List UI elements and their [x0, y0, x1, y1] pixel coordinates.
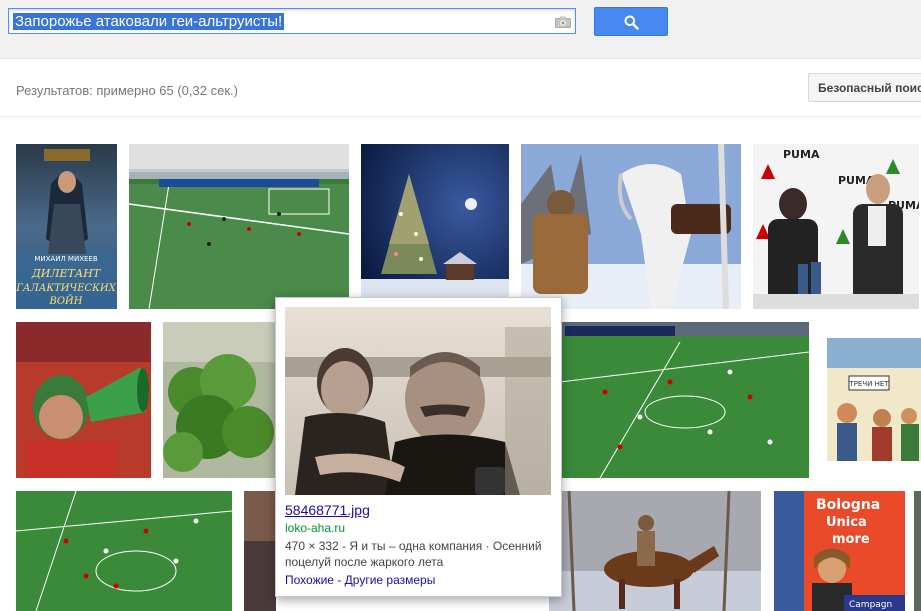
poster-text: more — [832, 532, 870, 547]
search-input[interactable]: Запорожье атаковали геи-альтруисты! — [8, 8, 576, 34]
hover-card-description: 470 × 332 - Я и ты – одна компания · Осе… — [285, 539, 542, 569]
image-thumbnail-bologna-poster[interactable]: Bologna Unica more Campagn — [774, 491, 905, 611]
poster-text: Unica — [826, 515, 867, 530]
link-separator: - — [333, 573, 345, 587]
search-query-text: Запорожье атаковали геи-альтруисты! — [13, 13, 285, 30]
similar-images-link[interactable]: Похожие — [285, 573, 334, 587]
book-author-text: МИХАИЛ МИХЕЕВ — [34, 255, 98, 263]
image-thumbnail-man-with-horse[interactable] — [521, 144, 741, 309]
image-thumbnail-fan-with-horn[interactable] — [16, 322, 151, 478]
image-thumbnail-football-match-aerial[interactable] — [16, 491, 232, 611]
book-title-text: ГАЛАКТИЧЕСКИХ — [16, 283, 117, 294]
hover-card-links: Похожие - Другие размеры — [285, 573, 435, 587]
hover-card-filename-link[interactable]: 58468771.jpg — [285, 502, 370, 518]
image-thumbnail-football-stadium[interactable] — [129, 144, 349, 309]
image-thumbnail-book-cover[interactable]: МИХАИЛ МИХЕЕВ ДИЛЕТАНТ ГАЛАКТИЧЕСКИХ ВОЙ… — [16, 144, 117, 309]
search-icon — [624, 15, 639, 30]
comic-sign-text: ТРЕЧИ НЕТ — [848, 380, 889, 388]
image-thumbnail-partial[interactable] — [244, 491, 276, 611]
puma-logo-text: PUMA — [783, 148, 820, 161]
poster-text: Bologna — [816, 497, 880, 513]
image-thumbnail-green-bush[interactable] — [163, 322, 275, 478]
image-thumbnail-press-conference[interactable]: PUMA PUMA PUMA — [753, 144, 919, 309]
image-thumbnail-rider-on-horse[interactable] — [549, 491, 761, 611]
book-title-text: ВОЙН — [49, 295, 83, 307]
results-stats: Результатов: примерно 65 (0,32 сек.) — [16, 83, 238, 98]
safe-search-button[interactable]: Безопасный поиск — [808, 73, 921, 102]
book-title-text: ДИЛЕТАНТ — [31, 267, 102, 280]
image-thumbnail-comic-drawing[interactable]: ТРЕЧИ НЕТ — [827, 338, 921, 461]
poster-text: Campagn — [849, 600, 892, 610]
image-thumbnail-partial-right[interactable] — [914, 491, 921, 611]
image-thumbnail-football-match-tv[interactable] — [560, 322, 809, 478]
hover-card-domain: loko-aha.ru — [285, 521, 346, 535]
image-hover-card: 58468771.jpg loko-aha.ru 470 × 332 - Я и… — [275, 297, 562, 597]
divider — [0, 116, 921, 117]
camera-icon[interactable] — [555, 15, 571, 28]
image-thumbnail-christmas-tree[interactable] — [361, 144, 509, 298]
other-sizes-link[interactable]: Другие размеры — [345, 573, 436, 587]
search-button[interactable] — [594, 7, 668, 36]
hover-card-image[interactable] — [285, 307, 551, 495]
